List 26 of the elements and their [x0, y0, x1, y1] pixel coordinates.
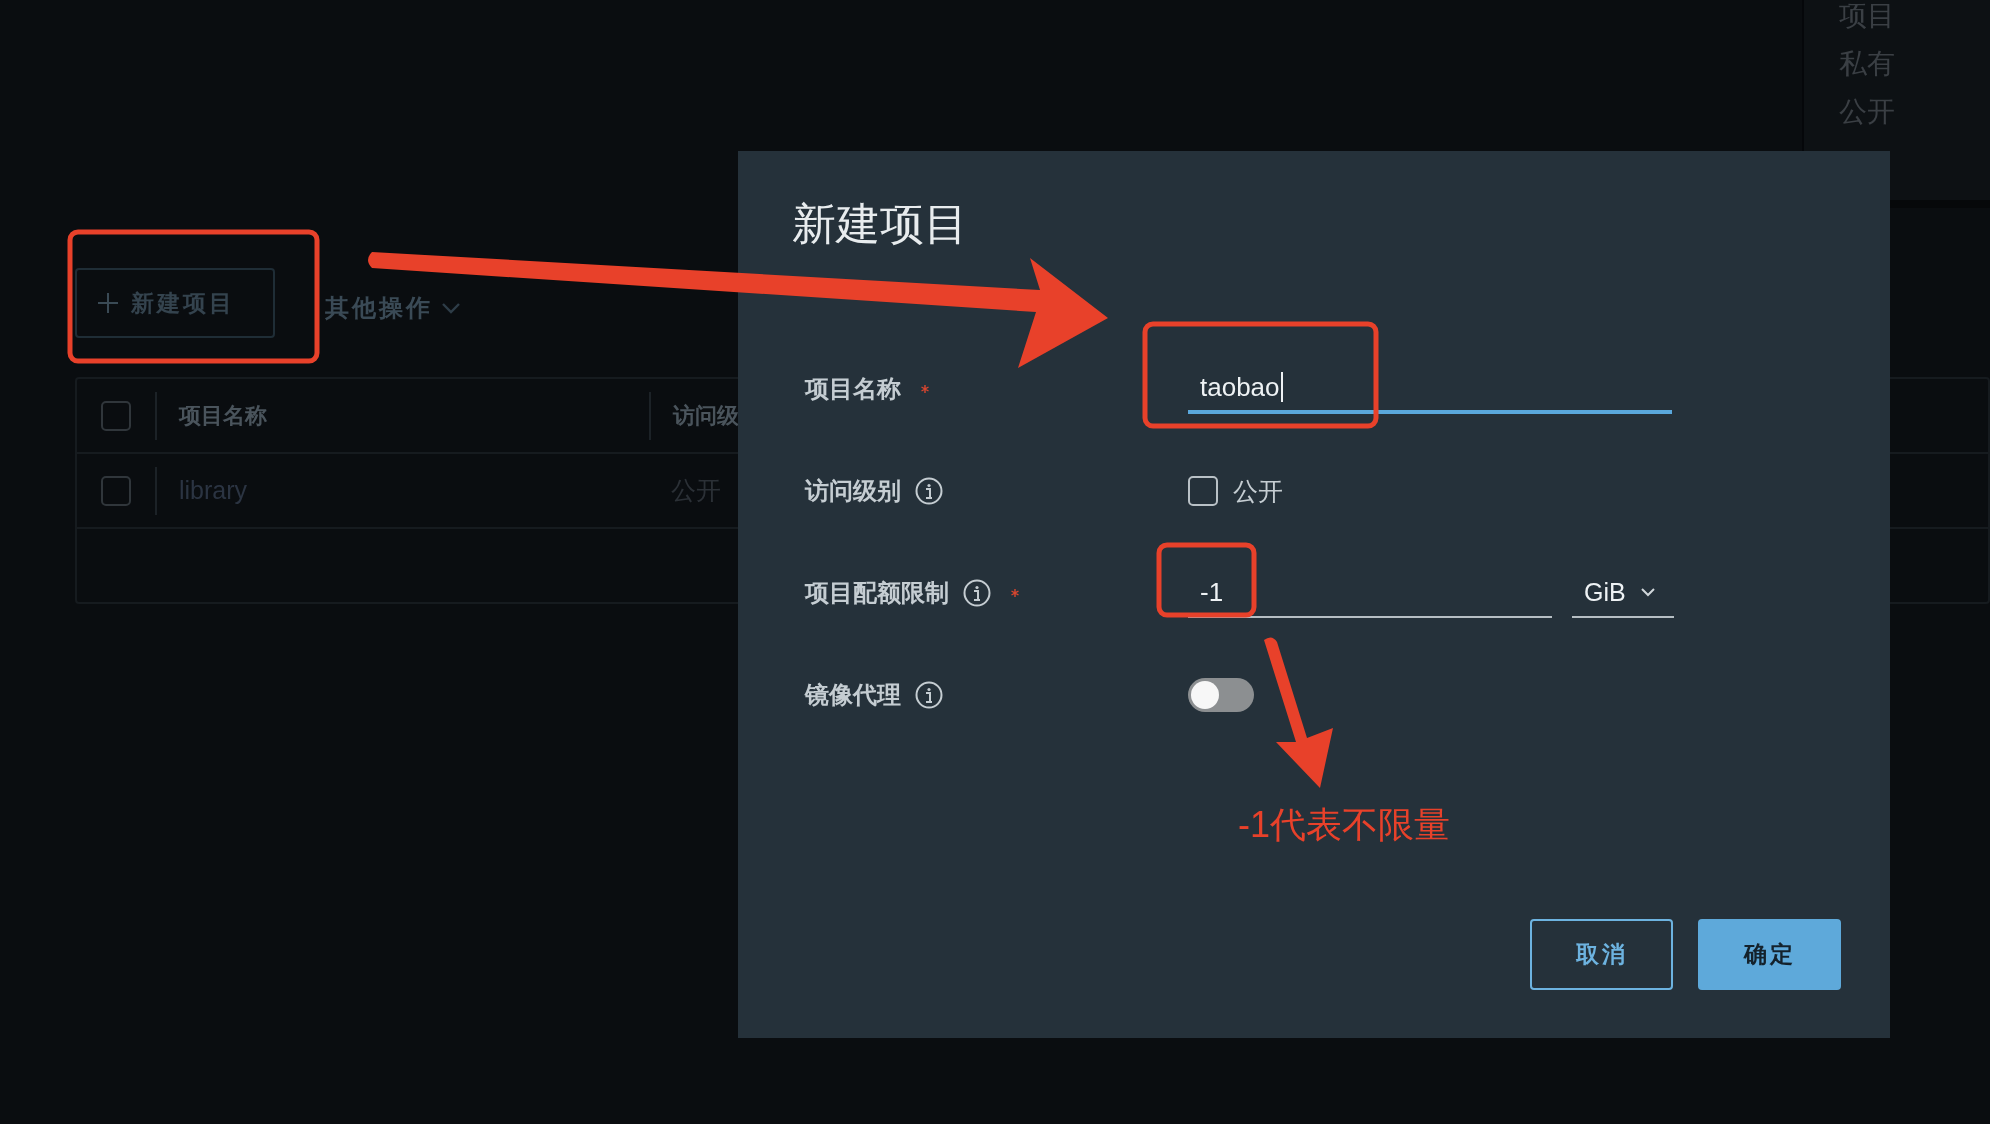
chevron-down-icon: [441, 302, 461, 314]
checkbox[interactable]: [101, 475, 131, 506]
column-header: 访问级: [673, 402, 739, 428]
annotation-text: -1代表不限量: [1238, 803, 1450, 847]
more-actions-dropdown[interactable]: 其他操作: [325, 292, 461, 324]
cancel-button[interactable]: 取消: [1530, 919, 1673, 990]
plus-icon: [97, 292, 119, 314]
toggle-switch[interactable]: [1188, 678, 1254, 712]
checkbox[interactable]: [101, 400, 131, 431]
new-project-button[interactable]: 新建项目: [75, 268, 275, 338]
checkbox-label: 公开: [1233, 475, 1283, 507]
confirm-button[interactable]: 确定: [1698, 919, 1841, 990]
field-label: 项目名称: [805, 374, 901, 404]
quota-field[interactable]: -1: [1188, 568, 1552, 618]
field-label: 访问级别: [805, 476, 901, 506]
dialog-title: 新建项目: [792, 198, 969, 250]
field-label: 镜像代理: [805, 680, 901, 710]
column-header: 项目名称: [179, 401, 267, 430]
info-icon[interactable]: [915, 477, 943, 505]
checkbox[interactable]: [1188, 476, 1218, 506]
project-name-field[interactable]: taobao: [1188, 364, 1672, 414]
info-icon[interactable]: [963, 579, 991, 607]
chevron-down-icon: [1639, 587, 1656, 597]
unit-select[interactable]: GiB: [1572, 568, 1674, 618]
info-icon[interactable]: [915, 681, 943, 709]
field-label: 项目配额限制: [805, 578, 949, 608]
